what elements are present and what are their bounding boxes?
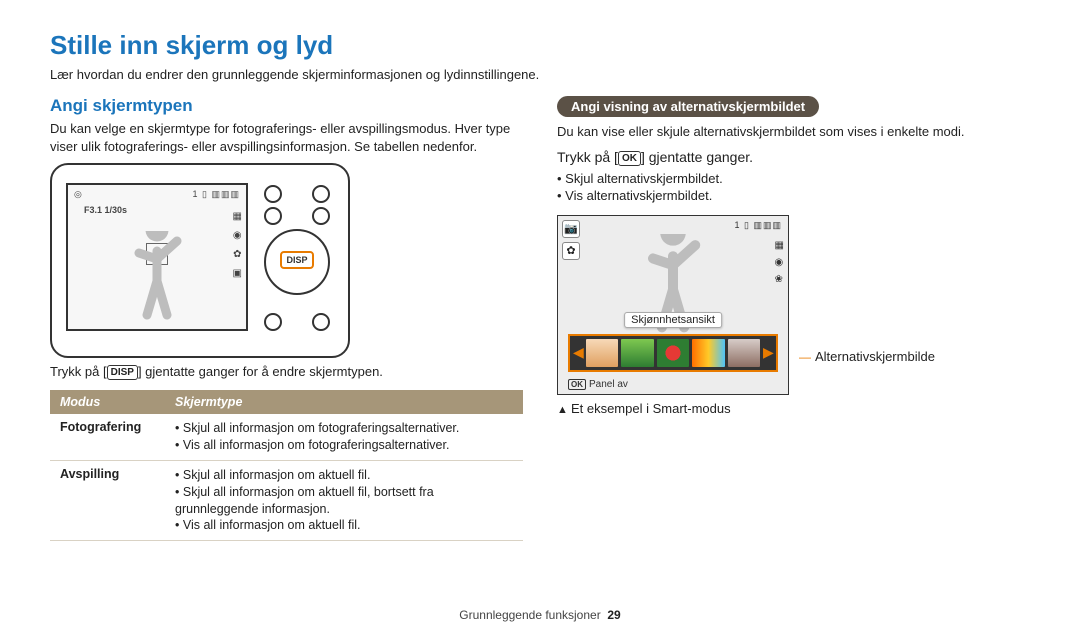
flash-icon: ▦	[233, 211, 242, 222]
camera-btn-mid-right	[312, 207, 330, 225]
camera-illustration: ◎ 1 ▯ ▥▥▥ F3.1 1/30s ▦ ◉ ✿ ▣	[50, 163, 350, 358]
leaf-icon: ❀	[775, 274, 784, 285]
thumb-landscape	[621, 339, 653, 367]
list-item: Skjul all informasjon om aktuell fil, bo…	[175, 484, 513, 518]
list-item: Vis all informasjon om aktuell fil.	[175, 517, 513, 534]
screen-type-desc: Du kan velge en skjermtype for fotografe…	[50, 120, 523, 155]
page-intro: Lær hvordan du endrer den grunnleggende …	[50, 67, 1030, 82]
camera-btn-top-right	[312, 185, 330, 203]
mode-cell: Avspilling	[50, 460, 165, 541]
thumb-beauty	[586, 339, 618, 367]
caption-post: ] gjentatte ganger for å endre skjermtyp…	[138, 364, 383, 379]
th-screentype: Skjermtype	[165, 390, 523, 414]
section-heading-screen-type: Angi skjermtypen	[50, 96, 523, 116]
page-footer: Grunnleggende funksjoner 29	[0, 608, 1080, 622]
table-row: Avspilling Skjul all informasjon om aktu…	[50, 460, 523, 541]
list-item: Skjul all informasjon om fotograferingsa…	[175, 420, 513, 437]
footer-page-number: 29	[607, 608, 620, 622]
thumb-macro	[657, 339, 689, 367]
subsection-pill: Angi visning av alternativskjermbildet	[557, 96, 819, 117]
mode-tooltip: Skjønnhetsansikt	[624, 312, 722, 328]
leader-arrow-icon: —	[799, 350, 815, 364]
camera-mode-icon: 📷	[562, 220, 580, 238]
list-item: Skjul alternativskjermbildet.	[557, 170, 1030, 188]
illustration-caption: Trykk på [DISP] gjentatte ganger for å e…	[50, 364, 523, 380]
alt-side-label: —Alternativskjermbilde	[799, 213, 935, 364]
disp-button-highlight: DISP	[280, 251, 314, 269]
list-item: Vis alternativskjermbildet.	[557, 187, 1030, 205]
camera-btn-top-left	[264, 185, 282, 203]
type-cell: Skjul all informasjon om fotograferingsa…	[165, 414, 523, 460]
page-title: Stille inn skjerm og lyd	[50, 30, 1030, 61]
left-column: Angi skjermtypen Du kan velge en skjermt…	[50, 96, 523, 541]
scene-mode-icon: ✿	[562, 242, 580, 260]
thumb-people	[728, 339, 760, 367]
camera-btn-bot-right	[312, 313, 330, 331]
instruct-post: ] gjentatte ganger.	[641, 149, 753, 165]
lcd-exposure: F3.1 1/30s	[84, 205, 127, 215]
right-column: Angi visning av alternativskjermbildet D…	[557, 96, 1030, 541]
thumb-sunset	[692, 339, 724, 367]
caption-pre: Trykk på [	[50, 364, 107, 379]
option-thumbnail-strip: ◀ ▶	[568, 334, 778, 372]
camera-button-cluster: DISP	[258, 183, 336, 333]
ok-mini-chip: OK	[568, 379, 586, 390]
disp-chip: DISP	[107, 365, 138, 380]
footer-section: Grunnleggende funksjoner	[459, 608, 600, 622]
eye-icon: ◉	[233, 230, 242, 241]
alt-status-tr: 1 ▯ ▥▥▥	[735, 220, 782, 231]
alt-side-label-text: Alternativskjermbilde	[815, 349, 935, 364]
af-icon: ▣	[233, 268, 242, 279]
person-icon: ✿	[233, 249, 241, 260]
lcd-status-tr: 1 ▯ ▥▥▥	[193, 189, 240, 200]
alt-bullets: Skjul alternativskjermbildet. Vis altern…	[557, 170, 1030, 205]
camera-btn-bot-left	[264, 313, 282, 331]
panel-off-hint: OKPanel av	[568, 379, 628, 390]
list-item: Vis all informasjon om fotograferingsalt…	[175, 437, 513, 454]
lcd-right-icon-stack: ▦ ◉ ✿ ▣	[233, 211, 242, 279]
list-item: Skjul all informasjon om aktuell fil.	[175, 467, 513, 484]
flash-icon: ▦	[775, 240, 784, 251]
camera-btn-mid-left	[264, 207, 282, 225]
mode-cell: Fotografering	[50, 414, 165, 460]
subject-silhouette	[127, 231, 187, 321]
ok-chip: OK	[618, 151, 641, 166]
screen-type-table: Modus Skjermtype Fotografering Skjul all…	[50, 390, 523, 541]
eye-icon: ◉	[775, 257, 784, 268]
alt-screen-illustration: 📷 ✿ 1 ▯ ▥▥▥ ▦ ◉ ❀ Skjønnhetsansikt ◀	[557, 215, 789, 395]
ok-instruction: Trykk på [OK] gjentatte ganger.	[557, 149, 1030, 166]
example-note: Et eksempel i Smart-modus	[557, 401, 1030, 416]
th-mode: Modus	[50, 390, 165, 414]
alt-right-icon-stack: ▦ ◉ ❀	[775, 240, 784, 285]
alt-screen-desc: Du kan vise eller skjule alternativskjer…	[557, 123, 1030, 141]
strip-right-arrow: ▶	[763, 344, 773, 361]
instruct-pre: Trykk på [	[557, 149, 618, 165]
camera-lcd: ◎ 1 ▯ ▥▥▥ F3.1 1/30s ▦ ◉ ✿ ▣	[66, 183, 248, 331]
alt-top-left-icons: 📷 ✿	[562, 220, 580, 260]
panel-off-text: Panel av	[589, 379, 628, 390]
strip-left-arrow: ◀	[573, 344, 583, 361]
type-cell: Skjul all informasjon om aktuell fil. Sk…	[165, 460, 523, 541]
lcd-icon-tl: ◎	[74, 189, 82, 200]
table-row: Fotografering Skjul all informasjon om f…	[50, 414, 523, 460]
